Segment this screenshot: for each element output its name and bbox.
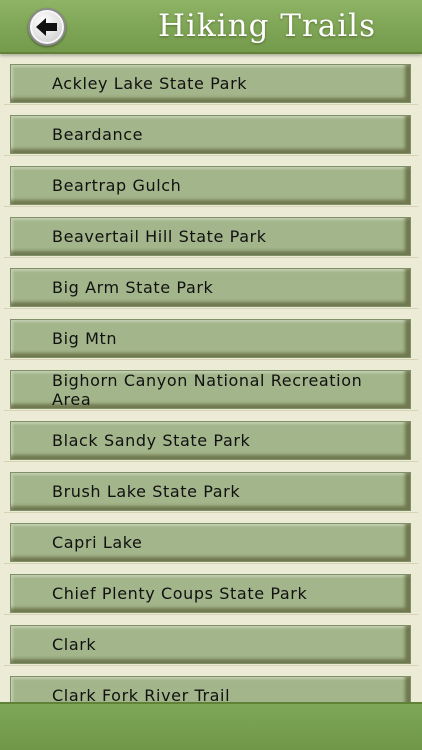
trail-item-button[interactable]: Beardance [10,115,411,154]
back-button[interactable] [28,8,66,46]
trail-item-button[interactable]: Big Arm State Park [10,268,411,307]
trail-item-button[interactable]: Big Mtn [10,319,411,358]
page-title: Hiking Trails [157,8,376,44]
list-item[interactable]: Ackley Lake State Park [0,54,422,105]
trail-item-button[interactable]: Beartrap Gulch [10,166,411,205]
trail-item-button[interactable]: Clark Fork River Trail [10,676,411,702]
trail-list[interactable]: Ackley Lake State Park Beardance Beartrap … [0,54,422,702]
trail-item-label: Beavertail Hill State Park [52,227,267,246]
trail-item-label: Bighorn Canyon National Recreation Area [52,370,363,409]
list-item[interactable]: Big Mtn [0,309,422,360]
trail-item-button[interactable]: Black Sandy State Park [10,421,411,460]
trail-item-label: Beardance [52,125,144,144]
list-item[interactable]: Big Arm State Park [0,258,422,309]
trail-item-button[interactable]: Capri Lake [10,523,411,562]
list-item[interactable]: Brush Lake State Park [0,462,422,513]
trail-item-button[interactable]: Chief Plenty Coups State Park [10,574,411,613]
trail-item-button[interactable]: Bighorn Canyon National Recreation Area [10,370,411,409]
list-item[interactable]: Clark Fork River Trail [0,666,422,702]
list-item[interactable]: Beavertail Hill State Park [0,207,422,258]
trail-item-label: Brush Lake State Park [52,482,241,501]
trail-item-label: Ackley Lake State Park [52,74,248,93]
list-item[interactable]: Beardance [0,105,422,156]
header-bar: Hiking Trails [0,0,422,54]
app-screen: Hiking Trails Ackley Lake State Park Bear… [0,0,422,750]
list-item[interactable]: Chief Plenty Coups State Park [0,564,422,615]
trail-item-label: Big Mtn [52,329,118,348]
trail-item-button[interactable]: Clark [10,625,411,664]
back-arrow-icon [36,18,57,36]
trail-item-label: Chief Plenty Coups State Park [52,584,308,603]
trail-item-label: Clark [52,635,97,654]
trail-item-button[interactable]: Beavertail Hill State Park [10,217,411,256]
list-item[interactable]: Clark [0,615,422,666]
list-item[interactable]: Bighorn Canyon National Recreation Area [0,360,422,411]
list-item[interactable]: Beartrap Gulch [0,156,422,207]
footer-bar [0,702,422,750]
list-item[interactable]: Black Sandy State Park [0,411,422,462]
trail-item-label: Clark Fork River Trail [52,686,231,702]
list-item[interactable]: Capri Lake [0,513,422,564]
trail-item-label: Big Arm State Park [52,278,214,297]
trail-item-label: Beartrap Gulch [52,176,182,195]
trail-item-button[interactable]: Brush Lake State Park [10,472,411,511]
trail-item-label: Black Sandy State Park [52,431,251,450]
trail-item-label: Capri Lake [52,533,143,552]
trail-item-button[interactable]: Ackley Lake State Park [10,64,411,103]
